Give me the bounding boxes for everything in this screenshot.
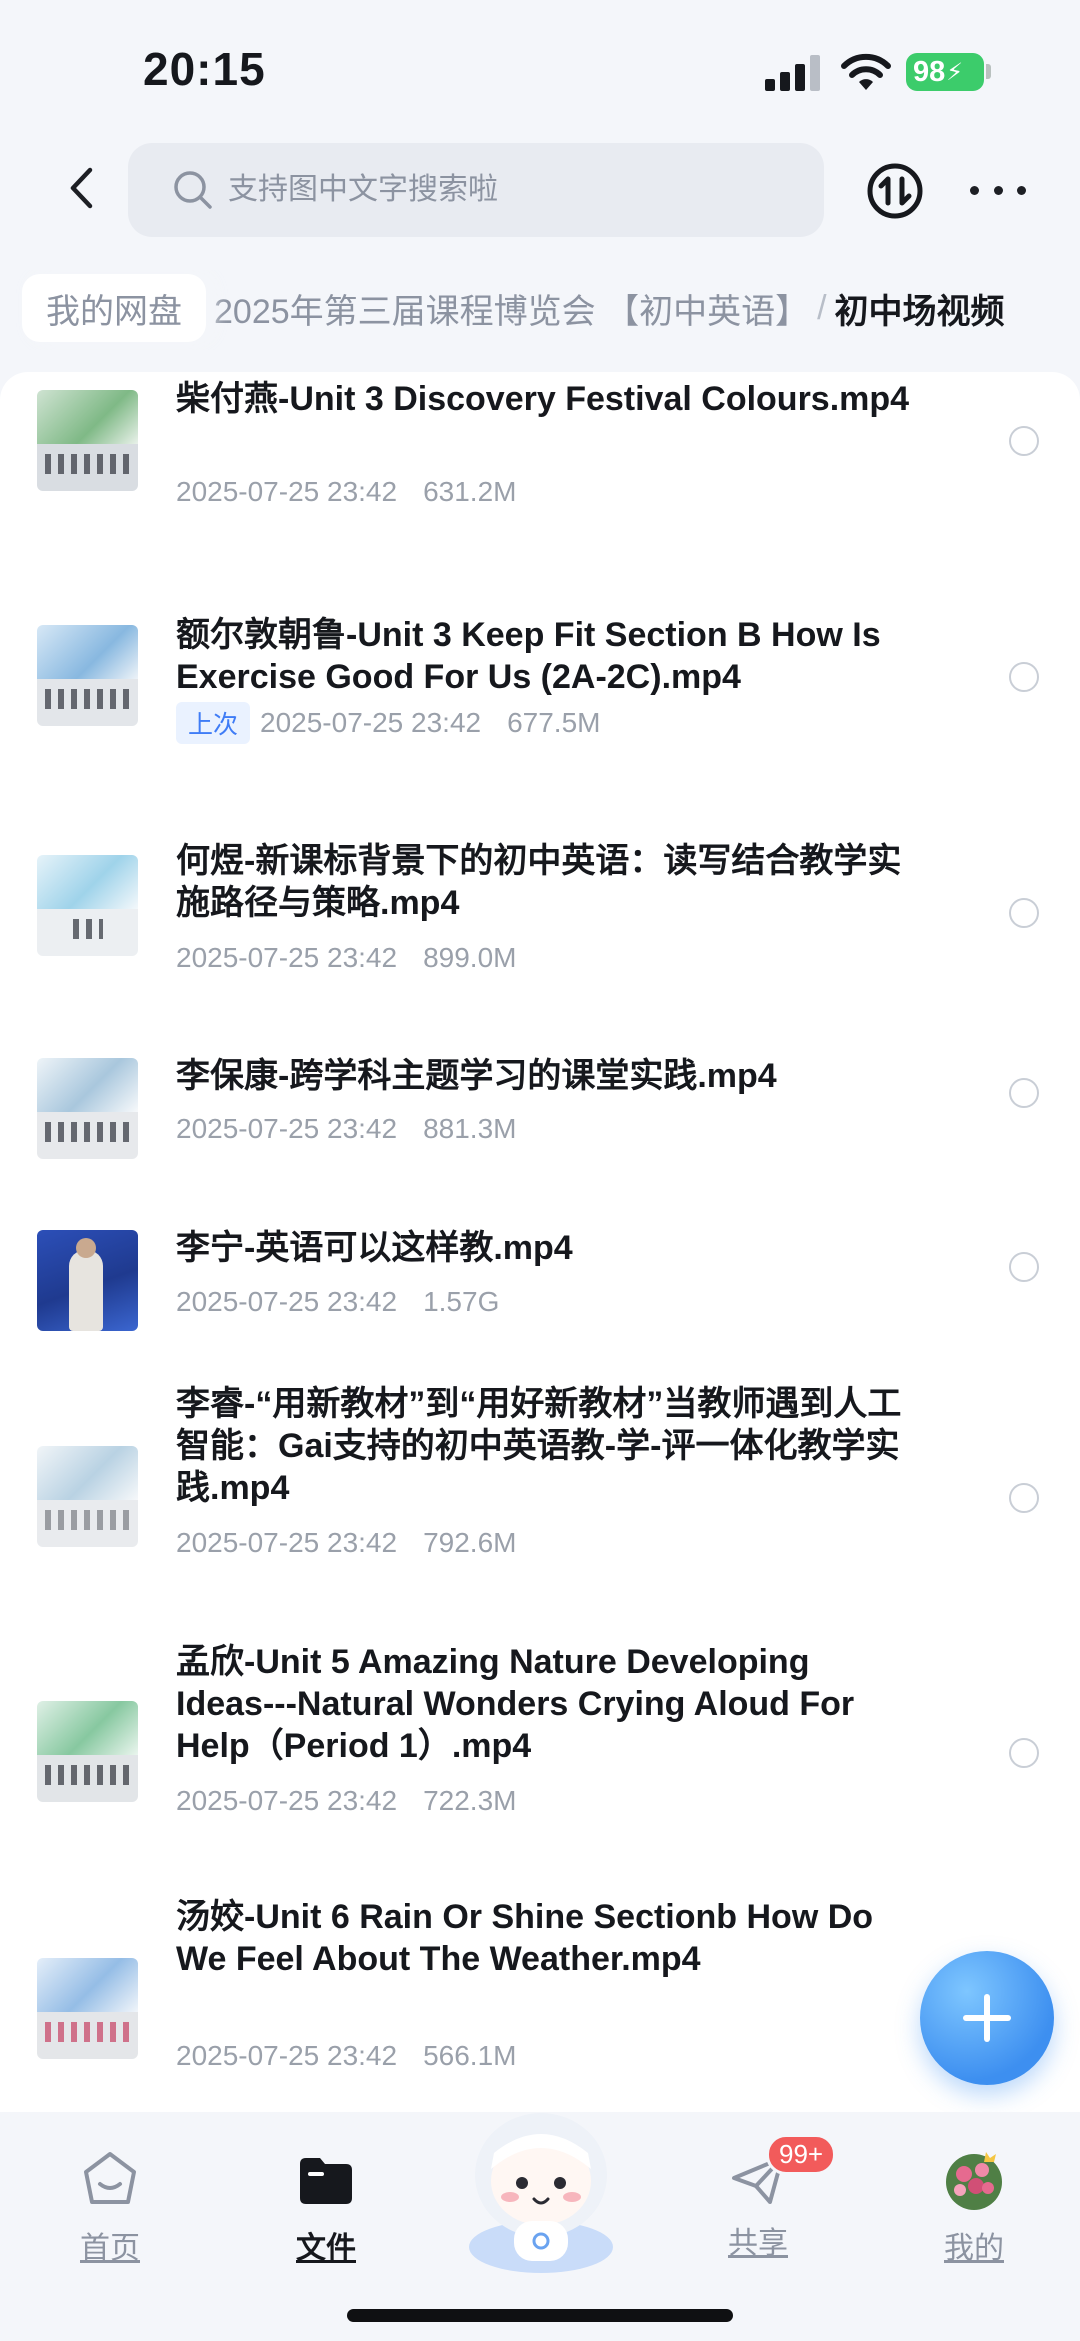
nav-home-label: 首页 (80, 2232, 140, 2265)
nav-files-label: 文件 (296, 2232, 356, 2265)
share-icon-wrap: 99+ (726, 2134, 837, 2212)
search-input[interactable] (228, 173, 788, 207)
add-button[interactable] (920, 1951, 1054, 2085)
file-meta: 2025-07-25 23:42 566.1M (176, 2040, 516, 2072)
select-radio[interactable] (1009, 426, 1039, 456)
file-size: 881.3M (423, 1113, 517, 1144)
file-name: 额尔敦朝鲁-Unit 3 Keep Fit Section B How Is E… (176, 616, 881, 696)
select-radio[interactable] (1009, 1483, 1039, 1513)
file-size: 1.57G (423, 1286, 500, 1317)
file-name: 汤姣-Unit 6 Rain Or Shine Sectionb How Do … (176, 1898, 874, 1978)
video-thumbnail (37, 1701, 138, 1802)
file-date: 2025-07-25 23:42 (176, 2040, 398, 2071)
back-button[interactable] (56, 160, 106, 216)
nav-share-label: 共享 (728, 2227, 788, 2260)
file-meta: 2025-07-25 23:42 631.2M (176, 476, 516, 508)
video-thumbnail (37, 1446, 138, 1547)
share-badge: 99+ (766, 2134, 837, 2175)
file-row[interactable]: 柴付燕-Unit 3 Discovery Festival Colours.mp… (0, 372, 1080, 592)
nav-files[interactable]: 文件 (266, 2148, 386, 2267)
home-icon (84, 2152, 136, 2204)
breadcrumb-path: 2025年第三届课程博览会 【初中英语】 / 初中场视频 (214, 274, 1005, 342)
bottom-nav: 首页 文件 99+ 共享 我的 (0, 2112, 1080, 2341)
video-thumbnail (37, 390, 138, 491)
file-size: 566.1M (423, 2040, 517, 2071)
nav-share[interactable]: 99+ 共享 (698, 2134, 837, 2262)
nav-mine-label: 我的 (944, 2232, 1004, 2265)
file-list: 柴付燕-Unit 3 Discovery Festival Colours.mp… (0, 372, 1080, 2112)
transfer-icon[interactable] (866, 162, 924, 220)
file-row[interactable]: 何煜-新课标背景下的初中英语：读写结合教学实施路径与策略.mp4 2025-07… (0, 822, 1080, 1037)
file-row[interactable]: 汤姣-Unit 6 Rain Or Shine Sectionb How Do … (0, 1896, 1080, 2112)
file-meta: 2025-07-25 23:42 722.3M (176, 1785, 516, 1817)
file-size: 631.2M (423, 476, 517, 507)
select-radio[interactable] (1009, 1078, 1039, 1108)
file-row[interactable]: 孟欣-Unit 5 Amazing Nature Developing Idea… (0, 1641, 1080, 1896)
battery-level: 98 (913, 55, 946, 88)
file-date: 2025-07-25 23:42 (176, 1113, 398, 1144)
video-thumbnail (37, 1058, 138, 1159)
select-radio[interactable] (1009, 1738, 1039, 1768)
file-row[interactable]: 额尔敦朝鲁-Unit 3 Keep Fit Section B How Is E… (0, 592, 1080, 822)
more-dot-icon (1017, 185, 1026, 195)
home-indicator (347, 2309, 733, 2322)
status-bar: 20:15 98 ⚡ (0, 0, 1080, 140)
breadcrumb-separator: / (817, 288, 827, 327)
wifi-icon (841, 53, 891, 90)
file-date: 2025-07-25 23:42 (176, 1286, 398, 1317)
file-row[interactable]: 李睿-“用新教材”到“用好新教材”当教师遇到人工智能：Gai支持的初中英语教-学… (0, 1383, 1080, 1641)
file-name: 李睿-“用新教材”到“用好新教材”当教师遇到人工智能：Gai支持的初中英语教-学… (176, 1385, 902, 1507)
nav-home[interactable]: 首页 (50, 2148, 170, 2267)
breadcrumb-root[interactable]: 我的网盘 (22, 274, 206, 342)
battery-cap (986, 64, 991, 79)
file-date: 2025-07-25 23:42 (176, 942, 398, 973)
file-name: 孟欣-Unit 5 Amazing Nature Developing Idea… (176, 1643, 855, 1765)
file-date: 2025-07-25 23:42 (176, 1527, 398, 1558)
file-name: 何煜-新课标背景下的初中英语：读写结合教学实施路径与策略.mp4 (176, 842, 902, 922)
file-name: 柴付燕-Unit 3 Discovery Festival Colours.mp… (176, 380, 910, 418)
file-row[interactable]: 李保康-跨学科主题学习的课堂实践.mp4 2025-07-25 23:42 88… (0, 1037, 1080, 1210)
file-date: 2025-07-25 23:42 (176, 1785, 398, 1816)
search-icon (172, 169, 214, 211)
file-size: 899.0M (423, 942, 517, 973)
file-size: 792.6M (423, 1527, 517, 1558)
file-meta: 2025-07-25 23:42 1.57G (176, 1286, 499, 1318)
more-options-button[interactable] (970, 170, 1026, 210)
last-played-tag: 上次 (176, 702, 251, 744)
chevron-left-icon (70, 167, 93, 209)
search-bar[interactable] (128, 143, 824, 237)
video-thumbnail (37, 855, 138, 956)
file-date: 2025-07-25 23:42 (176, 476, 398, 507)
select-radio[interactable] (1009, 898, 1039, 928)
breadcrumb-parent[interactable]: 2025年第三届课程博览会 【初中英语】 (214, 284, 809, 333)
select-radio[interactable] (1009, 1252, 1039, 1282)
more-dot-icon (993, 185, 1003, 195)
video-thumbnail (37, 1958, 138, 2059)
nav-mine[interactable]: 我的 (914, 2148, 1034, 2267)
cellular-signal-icon (765, 55, 820, 91)
file-meta: 上次 2025-07-25 23:42 677.5M (176, 702, 601, 744)
video-thumbnail (37, 625, 138, 726)
file-size: 677.5M (507, 707, 601, 738)
assistant-mascot-icon[interactable] (448, 2097, 634, 2283)
file-name: 李保康-跨学科主题学习的课堂实践.mp4 (176, 1057, 777, 1095)
file-meta: 2025-07-25 23:42 899.0M (176, 942, 516, 974)
plus-icon (963, 1994, 1011, 2042)
file-row[interactable]: 李宁-英语可以这样教.mp4 2025-07-25 23:42 1.57G (0, 1210, 1080, 1383)
video-thumbnail (37, 1230, 138, 1331)
file-meta: 2025-07-25 23:42 881.3M (176, 1113, 516, 1145)
file-date: 2025-07-25 23:42 (260, 707, 482, 738)
avatar (946, 2152, 1002, 2210)
more-dot-icon (970, 185, 979, 195)
breadcrumb: 我的网盘 2025年第三届课程博览会 【初中英语】 / 初中场视频 (0, 270, 1080, 350)
folder-icon (300, 2158, 352, 2204)
select-radio[interactable] (1009, 662, 1039, 692)
file-name: 李宁-英语可以这样教.mp4 (176, 1229, 573, 1267)
battery-indicator: 98 ⚡ (906, 53, 984, 91)
charging-bolt-icon: ⚡ (946, 58, 964, 86)
file-size: 722.3M (423, 1785, 517, 1816)
status-time: 20:15 (143, 43, 266, 95)
file-meta: 2025-07-25 23:42 792.6M (176, 1527, 516, 1559)
breadcrumb-current: 初中场视频 (834, 292, 1005, 331)
